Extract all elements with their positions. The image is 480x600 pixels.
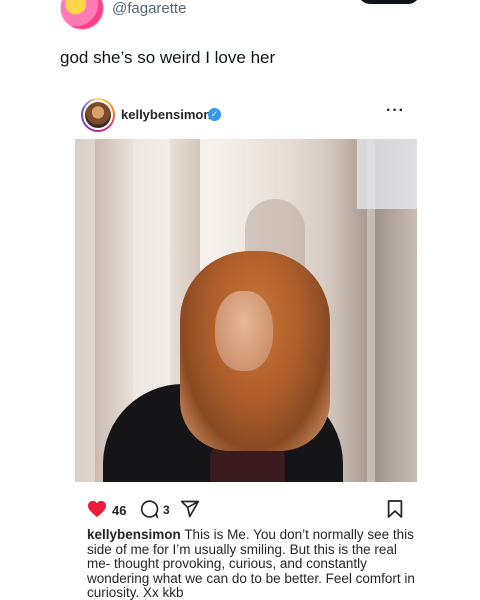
follow-button[interactable]: [358, 0, 420, 4]
ig-avatar-photo: [83, 100, 113, 130]
ig-caption: kellybensimon This is Me. You don’t norm…: [75, 527, 417, 600]
tweet-text: god she’s so weird I love her: [60, 48, 276, 67]
instagram-embed[interactable]: kellybensimon ✓ ··· 46 3 kellybensimon T…: [75, 96, 417, 600]
ig-post-photo[interactable]: [75, 139, 417, 482]
page: @fagarette god she’s so weird I love her…: [0, 0, 480, 600]
comment-icon[interactable]: [139, 499, 159, 519]
comment-count: 3: [163, 503, 170, 517]
bookmark-icon[interactable]: [387, 499, 403, 519]
tweet-handle[interactable]: @fagarette: [112, 0, 186, 17]
share-icon[interactable]: [180, 499, 200, 519]
heart-icon[interactable]: [87, 500, 107, 518]
photo-face: [215, 291, 273, 371]
ig-avatar[interactable]: [81, 98, 115, 132]
verified-badge-icon: ✓: [208, 108, 221, 121]
tweet-avatar[interactable]: [60, 0, 104, 30]
ig-header: kellybensimon ✓ ···: [75, 96, 417, 134]
caption-username[interactable]: kellybensimon: [87, 527, 181, 542]
tweet-header: @fagarette: [60, 0, 480, 30]
more-dots-icon[interactable]: ···: [386, 102, 405, 120]
ig-username[interactable]: kellybensimon: [121, 107, 211, 122]
ig-action-row: 46 3: [75, 488, 417, 528]
photo-sky: [357, 139, 417, 209]
like-count: 46: [112, 503, 127, 518]
